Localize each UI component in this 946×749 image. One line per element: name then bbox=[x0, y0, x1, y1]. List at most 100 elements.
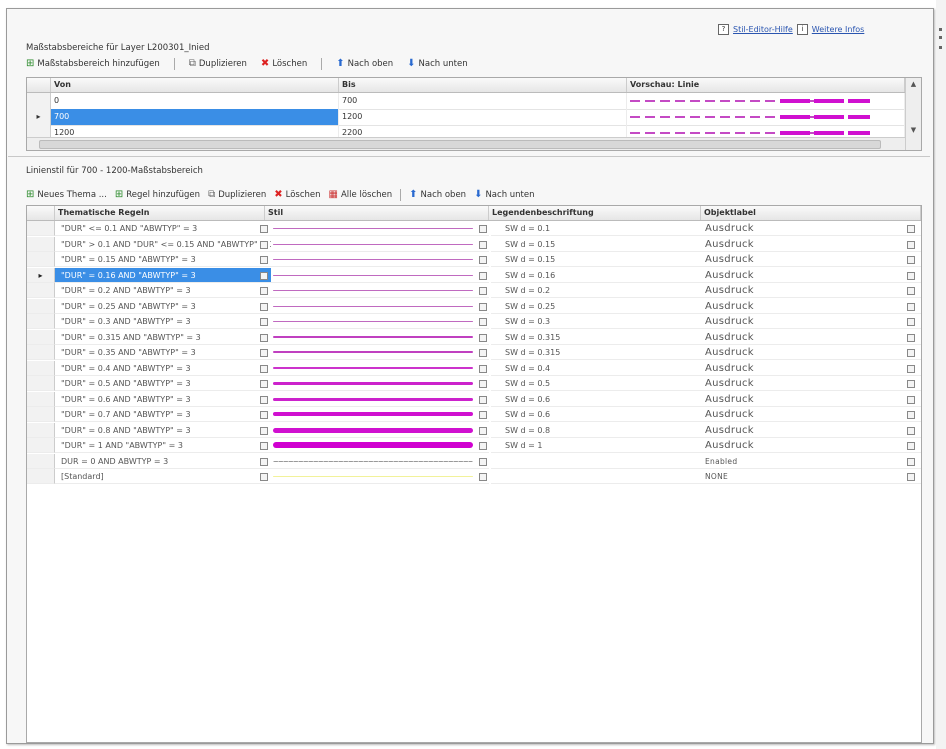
legend-label[interactable] bbox=[491, 469, 701, 484]
legend-label[interactable]: SW d = 0.3 bbox=[491, 314, 701, 329]
delete-scale-button[interactable]: ✖ Löschen bbox=[261, 59, 307, 70]
label-more-icon[interactable] bbox=[907, 380, 915, 388]
style-preview-cell[interactable] bbox=[257, 469, 489, 484]
scrollbar-thumb[interactable] bbox=[39, 140, 881, 149]
legend-label[interactable]: SW d = 0.6 bbox=[491, 392, 701, 407]
edit-style-icon[interactable] bbox=[260, 256, 268, 264]
move-up-rule-button[interactable]: ⬆ Nach oben bbox=[409, 190, 466, 201]
rule-row[interactable]: "DUR" = 0.6 AND "ABWTYP" = 3 SW d = 0.6 Au… bbox=[27, 391, 921, 407]
label-more-icon[interactable] bbox=[907, 349, 915, 357]
style-more-icon[interactable] bbox=[479, 457, 487, 466]
object-label[interactable]: Ausdruck bbox=[701, 376, 921, 391]
rule-expression[interactable]: "DUR" = 1 AND "ABWTYP" = 3 bbox=[55, 438, 271, 453]
rule-row[interactable]: "DUR" = 0.315 AND "ABWTYP" = 3 SW d = 0.3… bbox=[27, 329, 921, 345]
add-rule-button[interactable]: ⊞ Regel hinzufügen bbox=[115, 190, 200, 201]
rule-row[interactable]: "DUR" = 0.7 AND "ABWTYP" = 3 SW d = 0.6 Au… bbox=[27, 407, 921, 422]
rule-row[interactable]: "DUR" <= 0.1 AND "ABWTYP" = 3 SW d = 0.1 A… bbox=[27, 221, 921, 236]
edit-style-icon[interactable] bbox=[260, 271, 268, 280]
legend-label[interactable]: SW d = 0.6 bbox=[491, 407, 701, 422]
rule-expression[interactable]: "DUR" = 0.7 AND "ABWTYP" = 3 bbox=[55, 407, 271, 422]
style-more-icon[interactable] bbox=[479, 364, 487, 373]
move-down-rule-button[interactable]: ⬇ Nach unten bbox=[474, 190, 534, 201]
rule-expression[interactable]: "DUR" = 0.16 AND "ABWTYP" = 3 bbox=[55, 267, 271, 283]
style-more-icon[interactable] bbox=[479, 240, 487, 249]
object-label[interactable]: Enabled bbox=[701, 454, 921, 469]
object-label[interactable]: Ausdruck bbox=[701, 330, 921, 345]
rule-expression[interactable]: "DUR" = 0.3 AND "ABWTYP" = 3 bbox=[55, 314, 271, 329]
style-more-icon[interactable] bbox=[479, 318, 487, 326]
style-preview-cell[interactable] bbox=[257, 345, 489, 360]
edit-style-icon[interactable] bbox=[260, 380, 268, 388]
rule-row[interactable]: "DUR" = 0.35 AND "ABWTYP" = 3 SW d = 0.31… bbox=[27, 345, 921, 360]
scale-to[interactable]: 700 bbox=[339, 93, 627, 109]
legend-label[interactable]: SW d = 0.315 bbox=[491, 345, 701, 360]
rule-expression[interactable]: "DUR" = 0.2 AND "ABWTYP" = 3 bbox=[55, 283, 271, 298]
style-more-icon[interactable] bbox=[479, 395, 487, 404]
edit-style-icon[interactable] bbox=[260, 318, 268, 326]
duplicate-rule-button[interactable]: ⧉ Duplizieren bbox=[208, 190, 266, 201]
style-more-icon[interactable] bbox=[479, 256, 487, 264]
style-more-icon[interactable] bbox=[479, 271, 487, 280]
style-preview-cell[interactable] bbox=[257, 314, 489, 329]
scroll-up-icon[interactable]: ▲ bbox=[906, 80, 921, 88]
object-label[interactable]: NONE bbox=[701, 469, 921, 484]
rule-expression[interactable]: "DUR" = 0.35 AND "ABWTYP" = 3 bbox=[55, 345, 271, 360]
object-label[interactable]: Ausdruck bbox=[701, 237, 921, 252]
header-preview[interactable]: Vorschau: Linie bbox=[627, 78, 905, 92]
edit-style-icon[interactable] bbox=[260, 473, 268, 481]
label-more-icon[interactable] bbox=[907, 395, 915, 404]
label-more-icon[interactable] bbox=[907, 302, 915, 311]
label-more-icon[interactable] bbox=[907, 364, 915, 373]
rule-row[interactable]: [Standard] NONE bbox=[27, 469, 921, 484]
edit-style-icon[interactable] bbox=[260, 364, 268, 373]
object-label[interactable]: Ausdruck bbox=[701, 392, 921, 407]
style-more-icon[interactable] bbox=[479, 426, 487, 435]
edit-style-icon[interactable] bbox=[260, 349, 268, 357]
edit-style-icon[interactable] bbox=[260, 457, 268, 466]
style-preview-cell[interactable] bbox=[257, 392, 489, 407]
rule-expression[interactable]: "DUR" > 0.1 AND "DUR" <= 0.15 AND "ABWTY… bbox=[55, 237, 271, 252]
legend-label[interactable]: SW d = 1 bbox=[491, 438, 701, 453]
rule-row[interactable]: "DUR" = 0.15 AND "ABWTYP" = 3 SW d = 0.15… bbox=[27, 252, 921, 267]
style-preview-cell[interactable] bbox=[257, 407, 489, 422]
style-preview-cell[interactable] bbox=[257, 423, 489, 438]
edit-style-icon[interactable] bbox=[260, 302, 268, 311]
object-label[interactable]: Ausdruck bbox=[701, 438, 921, 453]
info-icon[interactable]: i bbox=[796, 24, 808, 35]
edit-style-icon[interactable] bbox=[260, 225, 268, 233]
style-more-icon[interactable] bbox=[479, 225, 487, 233]
style-preview-cell[interactable] bbox=[257, 237, 489, 252]
rule-row[interactable]: "DUR" = 0.25 AND "ABWTYP" = 3 SW d = 0.25… bbox=[27, 298, 921, 314]
scale-from[interactable]: 0 bbox=[51, 93, 339, 109]
add-scale-range-button[interactable]: ⊞ Maßstabsbereich hinzufügen bbox=[26, 59, 160, 70]
legend-label[interactable]: SW d = 0.8 bbox=[491, 423, 701, 438]
header-object-label[interactable]: Objektlabel bbox=[701, 206, 921, 220]
header-style[interactable]: Stil bbox=[265, 206, 489, 220]
more-info-link[interactable]: Weitere Infos bbox=[812, 25, 865, 34]
style-more-icon[interactable] bbox=[479, 302, 487, 311]
rule-expression[interactable]: "DUR" = 0.25 AND "ABWTYP" = 3 bbox=[55, 299, 271, 314]
rule-row[interactable]: "DUR" = 0.8 AND "ABWTYP" = 3 SW d = 0.8 Au… bbox=[27, 422, 921, 438]
style-preview-cell[interactable] bbox=[257, 330, 489, 345]
scale-grid-horizontal-scrollbar[interactable] bbox=[27, 137, 905, 150]
delete-rule-button[interactable]: ✖ Löschen bbox=[274, 190, 320, 201]
scale-from[interactable]: 700 bbox=[51, 109, 339, 125]
legend-label[interactable]: SW d = 0.2 bbox=[491, 283, 701, 298]
help-icon[interactable]: ? bbox=[718, 24, 729, 35]
style-preview-cell[interactable] bbox=[257, 299, 489, 314]
edit-style-icon[interactable] bbox=[260, 333, 268, 342]
rule-row[interactable]: DUR = 0 AND ABWTYP = 3 Enabled bbox=[27, 453, 921, 469]
move-up-scale-button[interactable]: ⬆ Nach oben bbox=[336, 59, 393, 70]
object-label[interactable]: Ausdruck bbox=[701, 252, 921, 267]
label-more-icon[interactable] bbox=[907, 287, 915, 295]
style-more-icon[interactable] bbox=[479, 349, 487, 357]
rule-expression[interactable]: [Standard] bbox=[55, 469, 271, 484]
rule-expression[interactable]: "DUR" = 0.315 AND "ABWTYP" = 3 bbox=[55, 330, 271, 345]
rule-row-selected[interactable]: ▸ "DUR" = 0.16 AND "ABWTYP" = 3 SW d = 0.1… bbox=[27, 267, 921, 283]
style-preview-cell[interactable] bbox=[257, 361, 489, 376]
move-down-scale-button[interactable]: ⬇ Nach unten bbox=[407, 59, 467, 70]
style-editor-help-link[interactable]: Stil-Editor-Hilfe bbox=[733, 25, 793, 34]
rule-expression[interactable]: "DUR" <= 0.1 AND "ABWTYP" = 3 bbox=[55, 221, 271, 236]
legend-label[interactable] bbox=[491, 454, 701, 469]
label-more-icon[interactable] bbox=[907, 411, 915, 419]
